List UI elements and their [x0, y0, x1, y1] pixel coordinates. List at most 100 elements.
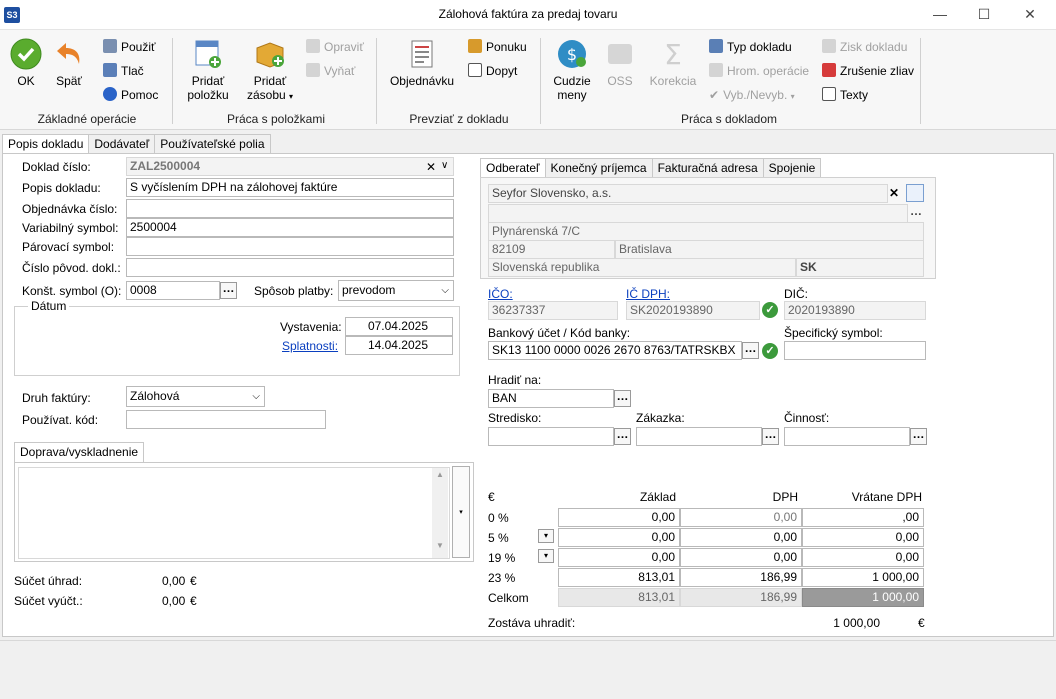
contract-field[interactable]	[636, 427, 762, 446]
minimize-button[interactable]: —	[928, 4, 952, 24]
company-name-2-field[interactable]	[488, 204, 908, 223]
ok-button[interactable]: OK	[6, 38, 46, 88]
vat-base-cell[interactable]: 0,00	[558, 548, 680, 567]
street-field[interactable]: Plynárenská 7/C	[488, 222, 924, 241]
tab-billing-address[interactable]: Fakturačná adresa	[651, 158, 764, 177]
tab-connection[interactable]: Spojenie	[762, 158, 822, 177]
contract-picker-button[interactable]: …	[762, 428, 779, 445]
scrollbar[interactable]: ▲ ▼	[432, 468, 448, 558]
description-field[interactable]: S vyčíslením DPH na zálohovej faktúre	[126, 178, 454, 197]
tab-customer[interactable]: Odberateľ	[480, 158, 546, 178]
doc-number-field[interactable]: ZAL2500004	[126, 157, 454, 176]
clear-icon[interactable]: ✕	[426, 160, 436, 174]
print-button[interactable]: Tlač	[103, 62, 144, 80]
close-window-button[interactable]: ✕	[1018, 4, 1042, 24]
invoice-type-select[interactable]: Zálohová ⌵	[126, 386, 265, 407]
dic-field[interactable]: 2020193890	[784, 301, 926, 320]
country-field[interactable]: Slovenská republika	[488, 258, 796, 277]
const-symbol-picker-button[interactable]: …	[220, 282, 237, 299]
contract-label: Zákazka:	[636, 411, 685, 425]
bank-account-field[interactable]: SK13 1100 0000 0026 2670 8763/TATRSKBX	[488, 341, 742, 360]
vat-amount-cell[interactable]: 0,00	[680, 548, 802, 567]
doc-type-button[interactable]: Typ dokladu	[709, 38, 792, 56]
pay-via-picker-button[interactable]: …	[614, 390, 631, 407]
select-deselect-button[interactable]: ✔ Vyb./Nevyb. ▾	[709, 86, 795, 104]
vat-total-cell[interactable]: 0,00	[802, 548, 924, 567]
due-date-field[interactable]: 14.04.2025	[345, 336, 453, 355]
ico-link[interactable]: IČO:	[488, 287, 513, 301]
transport-textarea[interactable]	[18, 467, 450, 559]
zip-field[interactable]: 82109	[488, 240, 615, 259]
activity-picker-button[interactable]: …	[910, 428, 927, 445]
variable-symbol-field[interactable]: 2500004	[126, 218, 454, 237]
add-item-button[interactable]: Pridať položku	[183, 38, 233, 102]
bank-account-picker-button[interactable]: …	[742, 342, 759, 359]
currency-symbol: €	[918, 616, 925, 630]
company-name-field[interactable]: Seyfor Slovensko, a.s.	[488, 184, 888, 203]
pay-via-field[interactable]: BAN	[488, 389, 614, 408]
activity-field[interactable]	[784, 427, 910, 446]
profit-button[interactable]: Zisk dokladu	[822, 38, 907, 56]
back-button[interactable]: Späť	[50, 38, 88, 88]
bulk-operations-button[interactable]: Hrom. operácie	[709, 62, 809, 80]
offer-icon	[468, 39, 482, 53]
vat-amount-cell[interactable]: 186,99	[680, 568, 802, 587]
payment-method-label: Spôsob platby:	[254, 284, 334, 298]
tab-transport[interactable]: Doprava/vyskladnenie	[14, 442, 145, 462]
vat-rate-dropdown-button[interactable]: ▾	[538, 529, 554, 543]
remove-button[interactable]: Vyňať	[306, 62, 355, 80]
foreign-currency-button[interactable]: $ Cudzie meny	[550, 38, 594, 102]
pairing-symbol-field[interactable]	[126, 237, 454, 256]
chevron-down-icon[interactable]: ∨	[441, 160, 448, 171]
orig-doc-field[interactable]	[126, 258, 454, 277]
transport-dropdown-button[interactable]: ▾	[452, 466, 470, 558]
total-base-cell: 813,01	[558, 588, 680, 607]
address-book-icon[interactable]	[906, 184, 924, 202]
tab-document-description[interactable]: Popis dokladu	[2, 134, 90, 154]
payment-method-select[interactable]: prevodom ⌵	[338, 280, 454, 301]
vat-rate-label: 19 %	[488, 551, 516, 565]
vat-total-cell[interactable]: 0,00	[802, 528, 924, 547]
check-circle-icon: ✓	[762, 302, 778, 318]
order-button[interactable]: Objednávku	[386, 38, 458, 88]
inquiry-button[interactable]: Dopyt	[468, 62, 517, 80]
country-code-field[interactable]: SK	[796, 258, 924, 277]
specific-symbol-field[interactable]	[784, 341, 926, 360]
clear-icon[interactable]: ✕	[889, 186, 899, 200]
tab-supplier[interactable]: Dodávateľ	[88, 134, 156, 153]
vat-base-cell[interactable]: 0,00	[558, 508, 680, 527]
icdph-link[interactable]: IČ DPH:	[626, 287, 670, 301]
bulk-operations-icon	[709, 63, 723, 77]
const-symbol-field[interactable]: 0008	[126, 281, 220, 300]
vat-base-cell[interactable]: 813,01	[558, 568, 680, 587]
issue-date-field[interactable]: 07.04.2025	[345, 317, 453, 336]
maximize-button[interactable]: ☐	[972, 4, 996, 24]
center-field[interactable]	[488, 427, 614, 446]
order-number-field[interactable]	[126, 199, 454, 218]
ribbon-separator	[920, 38, 921, 124]
vat-base-cell[interactable]: 0,00	[558, 528, 680, 547]
cancel-discounts-button[interactable]: Zrušenie zliav	[822, 62, 914, 80]
correction-button[interactable]: Σ Korekcia	[646, 38, 700, 88]
ico-field[interactable]: 36237337	[488, 301, 618, 320]
vat-amount-cell[interactable]: 0,00	[680, 528, 802, 547]
vat-rate-dropdown-button[interactable]: ▾	[538, 549, 554, 563]
edit-button[interactable]: Opraviť	[306, 38, 364, 56]
due-date-link[interactable]: Splatnosti:	[282, 339, 338, 353]
more-options-icon[interactable]: …	[910, 204, 922, 218]
texts-button[interactable]: Texty	[822, 86, 868, 104]
user-code-field[interactable]	[126, 410, 326, 429]
help-button[interactable]: Pomoc	[103, 86, 158, 104]
center-picker-button[interactable]: …	[614, 428, 631, 445]
tab-user-fields[interactable]: Používateľské polia	[154, 134, 271, 153]
icdph-field[interactable]: SK2020193890	[626, 301, 760, 320]
add-stock-button[interactable]: Pridať zásobu ▾	[243, 38, 297, 104]
vat-total-cell[interactable]: 1 000,00	[802, 568, 924, 587]
city-field[interactable]: Bratislava	[615, 240, 924, 259]
vat-total-cell[interactable]: ,00	[802, 508, 924, 527]
oss-button[interactable]: OSS	[600, 38, 640, 88]
tab-final-recipient[interactable]: Konečný príjemca	[544, 158, 653, 177]
offer-button[interactable]: Ponuku	[468, 38, 527, 56]
use-button[interactable]: Použiť	[103, 38, 156, 56]
vat-amount-cell[interactable]: 0,00	[680, 508, 802, 527]
